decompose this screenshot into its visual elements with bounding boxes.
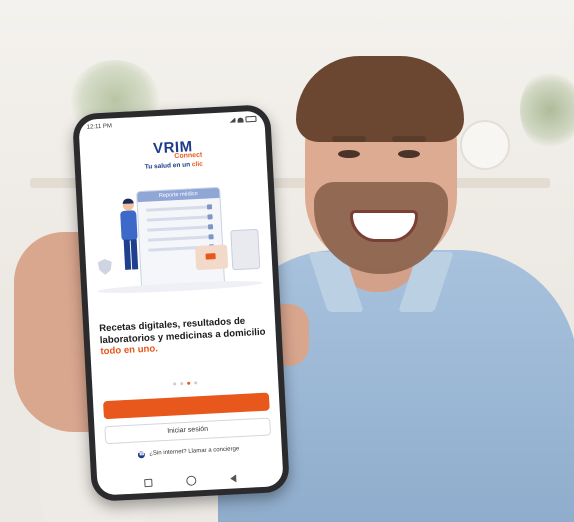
check-icon [207,224,214,230]
headline-main: Recetas digitales, resultados de laborat… [98,315,266,346]
carousel-dot[interactable] [180,381,184,385]
check-icon [207,214,213,220]
battery-icon [245,115,257,123]
app-screen: 12:11 PM VRIM Connect Tu salud en un cli… [78,110,284,496]
headline-accent: todo en uno. [100,343,159,358]
onboarding-headline: Recetas digitales, resultados de laborat… [89,314,277,358]
smartphone: 12:11 PM VRIM Connect Tu salud en un cli… [71,104,291,502]
primary-cta-button[interactable] [103,392,270,419]
nav-back-icon[interactable] [230,474,237,483]
medicine-bag-icon [230,228,261,271]
eye-right [398,150,420,158]
status-time: 12:11 PM [86,123,113,131]
doctor-figure [119,198,141,270]
tagline-accent: clic [191,160,203,169]
doctor-hair [122,198,134,204]
doctor-body [120,210,138,242]
carousel-dots [92,377,278,390]
login-button[interactable]: Iniciar sesión [104,416,272,444]
check-icon [208,234,214,240]
phone-icon: ☎ [138,450,146,458]
carousel-dot[interactable] [187,381,191,385]
report-line [147,234,214,242]
wifi-icon [237,116,244,123]
folder-label [205,253,216,260]
android-navbar [97,471,283,491]
medical-report-illustration: Reporte médico [88,173,268,302]
nav-home-icon[interactable] [186,475,197,486]
concierge-call-link[interactable]: ☎ ¿Sin internet? Llamar a concierge [96,443,282,460]
status-bar: 12:11 PM [78,110,265,136]
report-clipboard: Reporte médico [136,186,226,292]
nav-recents-icon[interactable] [144,478,153,488]
concierge-text: ¿Sin internet? Llamar a concierge [149,446,240,457]
eyebrow-left [332,136,366,142]
signal-icon [229,117,235,122]
eyebrow-right [392,136,426,142]
hair [296,56,464,142]
check-icon [206,204,213,210]
doctor-leg [130,239,139,270]
tagline-main: Tu salud en un [144,161,191,171]
report-title: Reporte médico [137,187,220,203]
carousel-dot[interactable] [194,380,198,384]
status-icons [229,115,257,123]
report-line [146,204,213,212]
eye-left [338,150,360,158]
report-line [146,214,213,222]
background-photo: 12:11 PM VRIM Connect Tu salud en un cli… [0,0,574,522]
report-line [147,224,214,232]
folder-icon [195,244,229,271]
carousel-dot[interactable] [173,381,177,386]
shield-icon [98,259,113,276]
